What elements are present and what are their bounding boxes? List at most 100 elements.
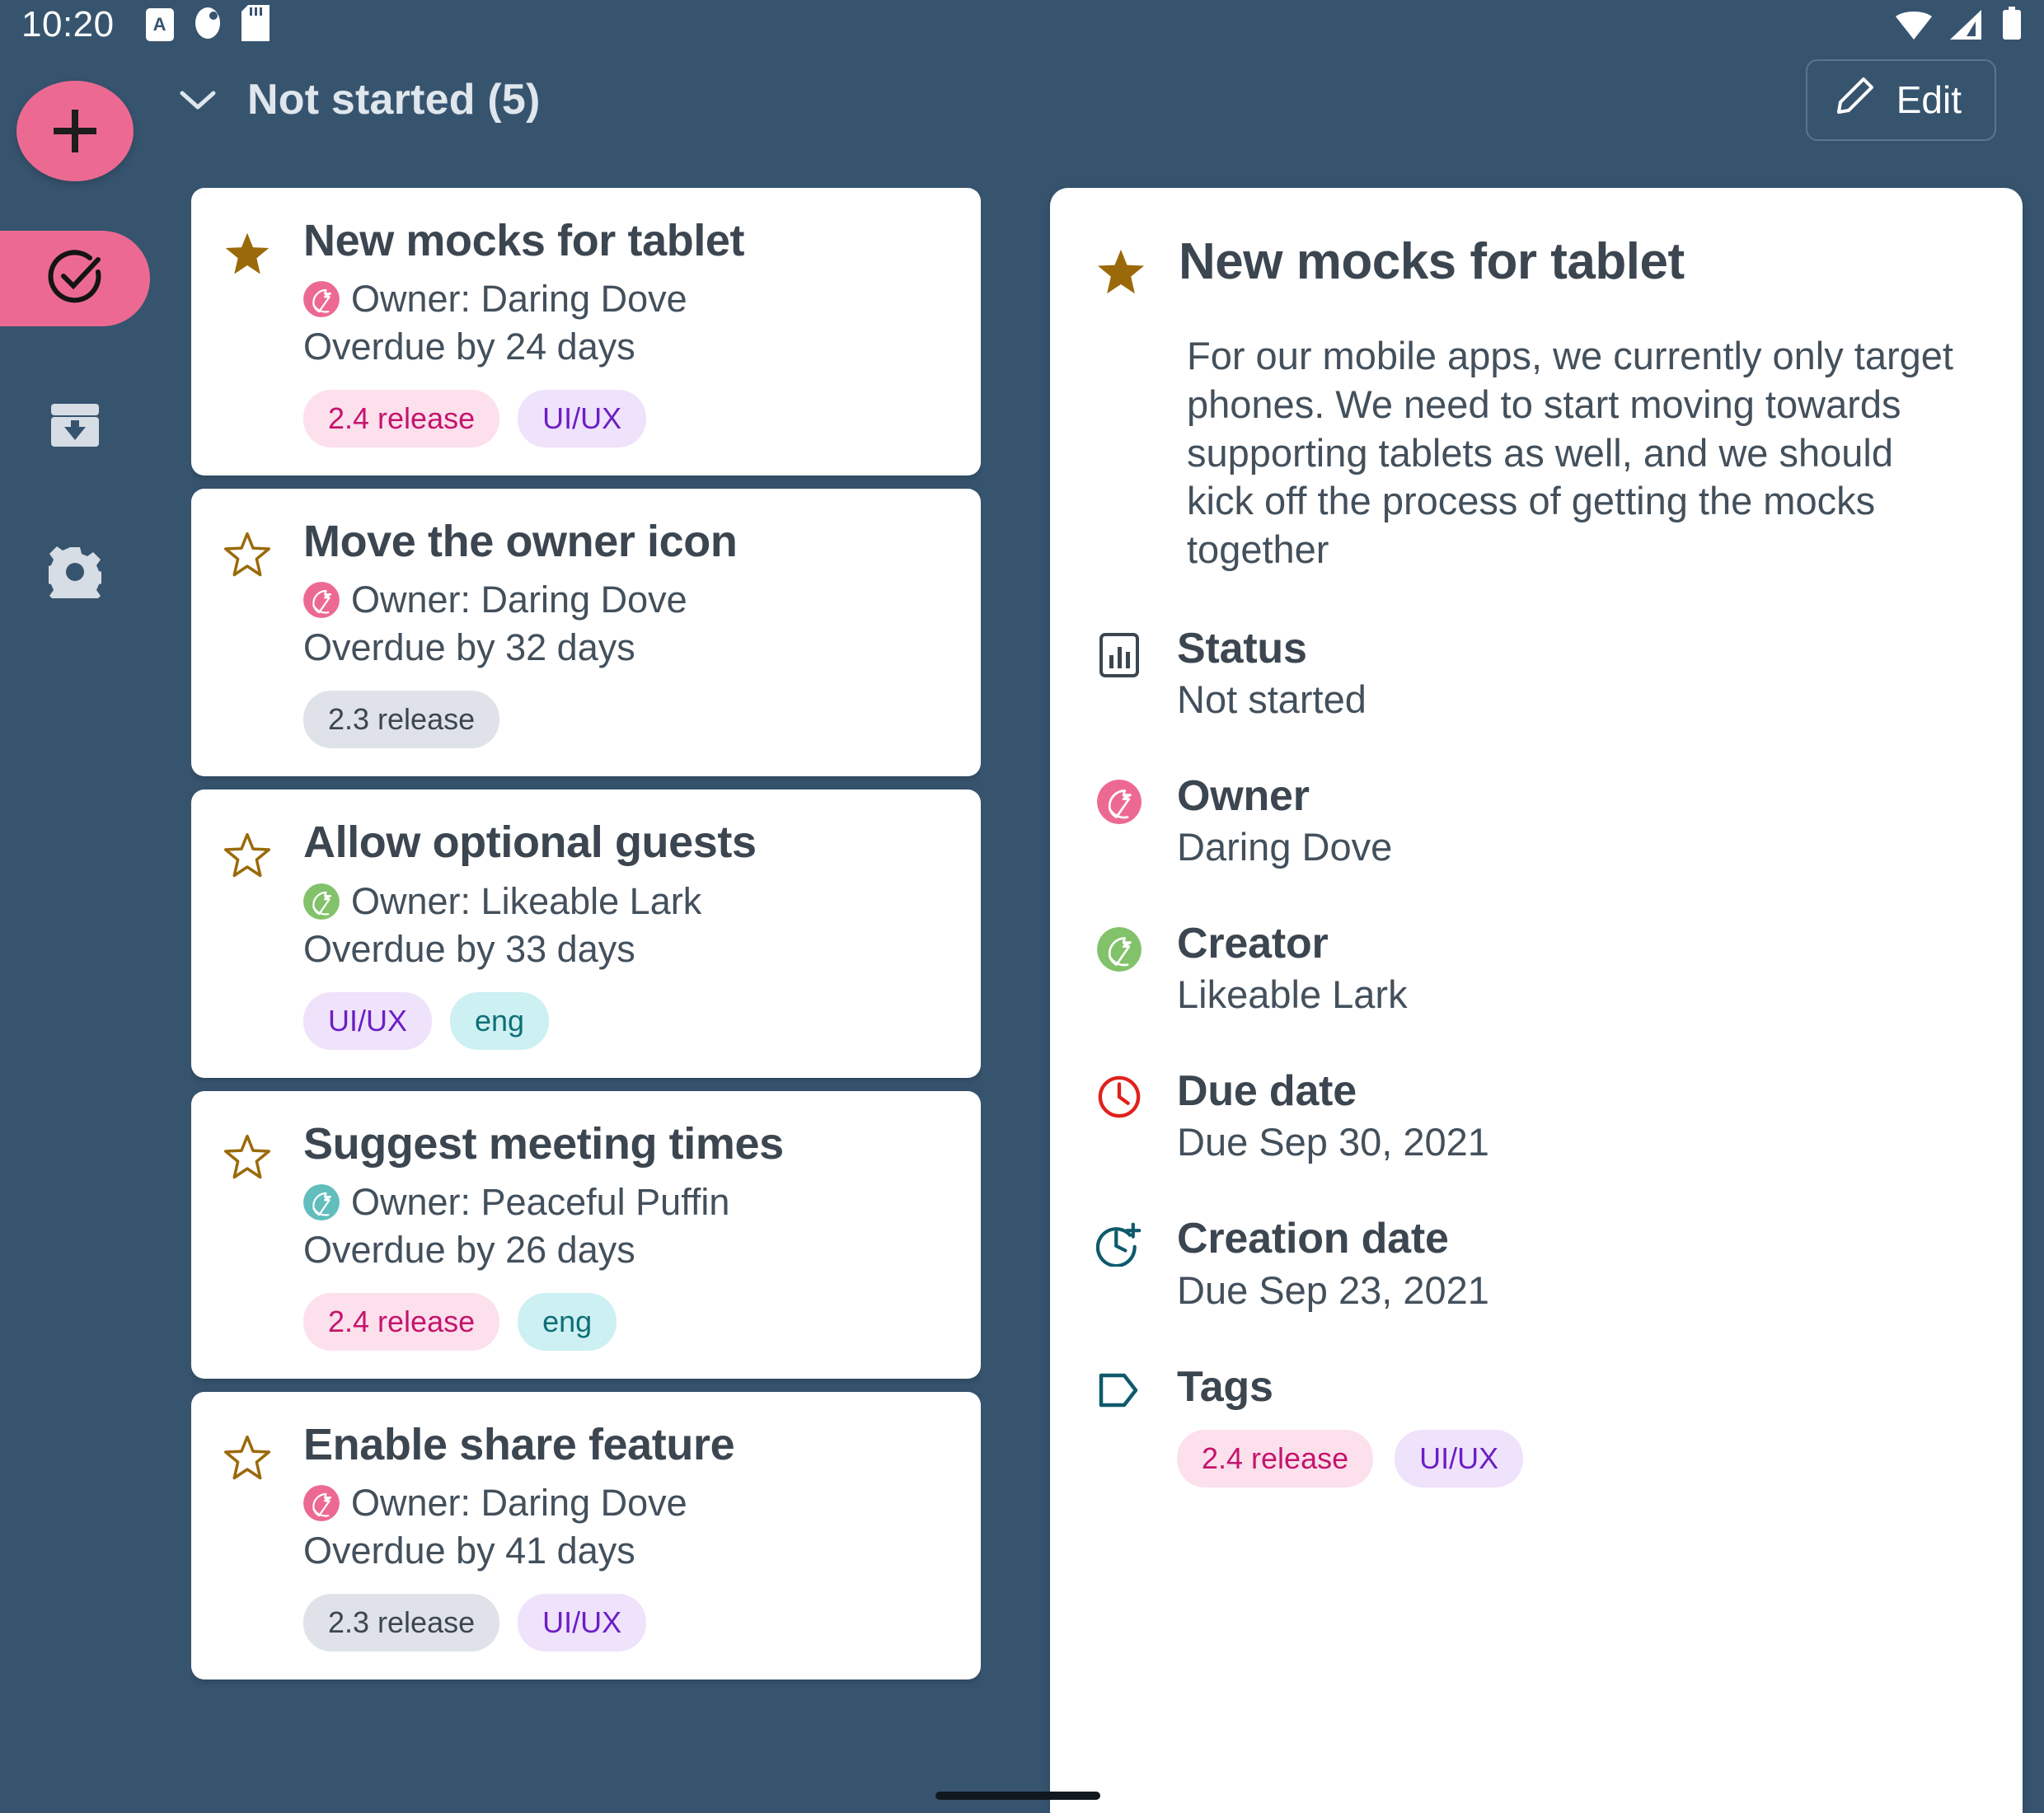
detail-field-label: Owner bbox=[1177, 771, 1310, 820]
bird-avatar-green-icon bbox=[1096, 921, 1142, 972]
task-owner-label: Owner: Daring Dove bbox=[351, 278, 687, 321]
task-tag[interactable]: 2.3 release bbox=[303, 691, 500, 749]
section-title: Not started (5) bbox=[247, 76, 541, 124]
task-owner-label: Owner: Peaceful Puffin bbox=[351, 1180, 730, 1223]
task-card[interactable]: Move the owner icon Owner: Daring Dove Ove… bbox=[191, 489, 981, 777]
star-outline-icon[interactable] bbox=[224, 518, 303, 582]
detail-star-icon[interactable] bbox=[1096, 236, 1146, 301]
sd-card-icon bbox=[241, 4, 270, 45]
a-badge-icon: A bbox=[145, 8, 174, 41]
detail-fields: Status Not started Owner Daring Dove Creator… bbox=[1096, 625, 1976, 1487]
star-outline-icon[interactable] bbox=[224, 1422, 303, 1485]
detail-field-owner[interactable]: Owner Daring Dove bbox=[1096, 773, 1976, 869]
task-due-label: Overdue by 41 days bbox=[303, 1530, 635, 1572]
detail-header: New mocks for tablet bbox=[1096, 233, 1976, 301]
clock-icon bbox=[1096, 1068, 1142, 1119]
tag-icon bbox=[1096, 1364, 1142, 1410]
edit-button[interactable]: Edit bbox=[1805, 59, 1996, 141]
add-task-button[interactable] bbox=[16, 81, 134, 181]
task-title: Enable share feature bbox=[303, 1419, 735, 1469]
task-tag-row: 2.4 release eng bbox=[303, 1292, 948, 1351]
task-tag[interactable]: UI/UX bbox=[518, 1594, 647, 1652]
star-filled-icon[interactable] bbox=[224, 218, 303, 281]
status-bar-notification-icons: A bbox=[145, 4, 270, 45]
task-due-label: Overdue by 26 days bbox=[303, 1228, 635, 1271]
task-tag-row: 2.3 release bbox=[303, 691, 948, 749]
pencil-icon bbox=[1835, 76, 1875, 124]
task-card[interactable]: New mocks for tablet Owner: Daring Dove Ov… bbox=[191, 188, 981, 476]
task-owner: Owner: Daring Dove bbox=[303, 579, 948, 621]
task-tag[interactable]: UI/UX bbox=[518, 390, 647, 448]
star-outline-icon[interactable] bbox=[224, 819, 303, 883]
owner-avatar-bird-icon bbox=[303, 582, 340, 619]
task-due-label: Overdue by 33 days bbox=[303, 927, 635, 970]
cellular-signal-icon bbox=[1950, 9, 1983, 44]
status-bar-clock: 10:20 bbox=[21, 4, 115, 45]
section-header: Not started (5) Edit bbox=[150, 49, 2044, 150]
sidebar-item-tasks[interactable] bbox=[0, 231, 150, 326]
task-card[interactable]: Enable share feature Owner: Daring Dove Ov… bbox=[191, 1391, 981, 1680]
task-tag[interactable]: 2.3 release bbox=[303, 1594, 500, 1652]
detail-field-value: Due Sep 30, 2021 bbox=[1177, 1120, 1489, 1164]
detail-field-status[interactable]: Status Not started bbox=[1096, 625, 1976, 722]
chevron-down-icon bbox=[180, 91, 216, 110]
detail-field-value: Likeable Lark bbox=[1177, 972, 1408, 1017]
detail-field-value: Daring Dove bbox=[1177, 825, 1393, 869]
task-tag[interactable]: 2.4 release bbox=[303, 390, 500, 448]
collapse-section-button[interactable] bbox=[173, 88, 223, 111]
edit-button-label: Edit bbox=[1896, 78, 1962, 121]
detail-description: For our mobile apps, we currently only t… bbox=[1187, 334, 1953, 571]
task-card-body: New mocks for tablet Owner: Daring Dove Ov… bbox=[303, 217, 948, 448]
task-tag[interactable]: 2.4 release bbox=[303, 1292, 500, 1351]
task-title: Allow optional guests bbox=[303, 817, 757, 868]
detail-field-label: Status bbox=[1177, 624, 1307, 672]
detail-tag[interactable]: 2.4 release bbox=[1177, 1429, 1374, 1487]
battery-icon bbox=[2001, 6, 2023, 44]
owner-avatar-bird-icon bbox=[303, 281, 340, 318]
detail-title: New mocks for tablet bbox=[1179, 233, 1685, 290]
task-card-body: Enable share feature Owner: Daring Dove Ov… bbox=[303, 1419, 948, 1652]
detail-field-due-date[interactable]: Due date Due Sep 30, 2021 bbox=[1096, 1068, 1976, 1164]
task-owner-label: Owner: Likeable Lark bbox=[351, 879, 702, 922]
bird-avatar-pink-icon bbox=[1096, 773, 1142, 824]
detail-field-creator[interactable]: Creator Likeable Lark bbox=[1096, 921, 1976, 1017]
gesture-nav-bar[interactable] bbox=[935, 1792, 1100, 1800]
task-card-body: Allow optional guests Owner: Likeable Lar… bbox=[303, 817, 948, 1050]
task-list[interactable]: New mocks for tablet Owner: Daring Dove Ov… bbox=[191, 188, 981, 1813]
sidebar-item-archive[interactable] bbox=[0, 379, 150, 475]
task-tag[interactable]: eng bbox=[518, 1292, 617, 1351]
task-tag[interactable]: UI/UX bbox=[303, 991, 433, 1050]
task-tag[interactable]: eng bbox=[450, 991, 550, 1050]
status-bar-system-icons bbox=[1896, 6, 2023, 44]
task-owner: Owner: Likeable Lark bbox=[303, 880, 948, 923]
wifi-icon bbox=[1896, 10, 1932, 44]
archive-inbox-icon bbox=[49, 402, 101, 452]
detail-tag-row: 2.4 release UI/UX bbox=[1177, 1429, 1524, 1487]
bar-chart-icon bbox=[1096, 625, 1142, 678]
owner-avatar-bird-icon bbox=[303, 1485, 340, 1522]
app-notification-icon bbox=[192, 5, 223, 45]
detail-field-label: Due date bbox=[1177, 1067, 1357, 1116]
owner-avatar-bird-icon bbox=[303, 883, 340, 920]
plus-icon bbox=[54, 110, 96, 152]
detail-field-label: Creator bbox=[1177, 920, 1329, 968]
detail-field-tags[interactable]: Tags 2.4 release UI/UX bbox=[1096, 1362, 1976, 1487]
detail-field-label: Tags bbox=[1177, 1362, 1273, 1411]
task-owner-label: Owner: Daring Dove bbox=[351, 1482, 687, 1525]
task-owner: Owner: Daring Dove bbox=[303, 278, 948, 321]
task-card[interactable]: Allow optional guests Owner: Likeable Lar… bbox=[191, 789, 981, 1078]
task-tag-row: 2.3 release UI/UX bbox=[303, 1594, 948, 1652]
task-due-label: Overdue by 24 days bbox=[303, 326, 635, 368]
detail-field-creation-date[interactable]: Creation date Due Sep 23, 2021 bbox=[1096, 1216, 1976, 1312]
task-card[interactable]: Suggest meeting times Owner: Peaceful Puf… bbox=[191, 1090, 981, 1379]
task-card-body: Move the owner icon Owner: Daring Dove Ove… bbox=[303, 518, 948, 749]
detail-field-value: Not started bbox=[1177, 677, 1367, 721]
check-circle-icon bbox=[45, 247, 105, 311]
task-title: Suggest meeting times bbox=[303, 1118, 784, 1169]
sidebar-item-settings[interactable] bbox=[0, 526, 150, 621]
star-outline-icon[interactable] bbox=[224, 1121, 303, 1184]
task-card-body: Suggest meeting times Owner: Peaceful Puf… bbox=[303, 1118, 948, 1351]
task-due-label: Overdue by 32 days bbox=[303, 626, 635, 669]
gear-icon bbox=[45, 546, 105, 608]
detail-tag[interactable]: UI/UX bbox=[1395, 1429, 1524, 1487]
